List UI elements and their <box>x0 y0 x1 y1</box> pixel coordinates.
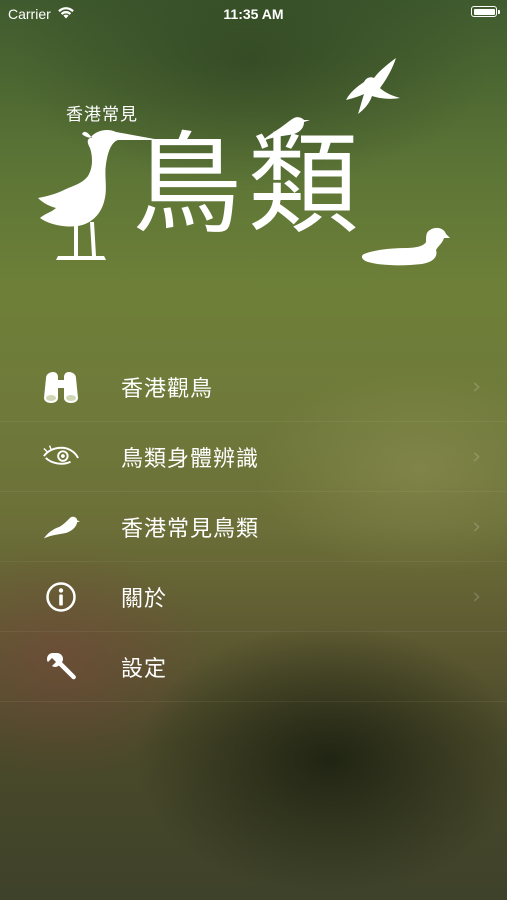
chevron-right-icon: › <box>472 514 481 539</box>
main-menu: 香港觀鳥 › 鳥類身體辨識 › 香港常見鳥類 › 關於 › 設定 <box>0 352 507 702</box>
menu-item-about[interactable]: 關於 › <box>0 562 507 632</box>
chevron-right-icon: › <box>472 374 481 399</box>
duck-icon <box>361 227 450 266</box>
menu-item-common-birds[interactable]: 香港常見鳥類 › <box>0 492 507 562</box>
bird-eye-icon <box>42 438 80 476</box>
logo-subtitle: 香港常見 <box>66 105 138 125</box>
status-right <box>471 6 500 17</box>
menu-item-label: 香港常見鳥類 <box>121 516 260 542</box>
binoculars-icon <box>42 368 80 406</box>
menu-item-label: 關於 <box>121 586 168 612</box>
status-bar: Carrier 11:35 AM <box>0 0 507 30</box>
chevron-right-icon: › <box>472 444 481 469</box>
menu-item-birdwatching[interactable]: 香港觀鳥 › <box>0 352 507 422</box>
chevron-right-icon: › <box>472 584 481 609</box>
logo-title: 鳥類 <box>132 121 364 249</box>
menu-item-label: 設定 <box>121 656 168 682</box>
kite-icon <box>346 58 400 114</box>
menu-item-label: 香港觀鳥 <box>121 376 214 402</box>
menu-item-settings[interactable]: 設定 <box>0 632 507 702</box>
info-icon <box>42 578 80 616</box>
heron-icon <box>38 130 160 260</box>
menu-item-bird-identification[interactable]: 鳥類身體辨識 › <box>0 422 507 492</box>
app-logo: 香港常見 鳥類 <box>0 50 507 290</box>
menu-item-label: 鳥類身體辨識 <box>121 446 260 472</box>
dove-icon <box>42 508 80 546</box>
wrench-icon <box>42 648 80 686</box>
status-time: 11:35 AM <box>223 6 284 22</box>
battery-icon <box>471 6 500 17</box>
perched-bird-icon <box>260 117 310 142</box>
